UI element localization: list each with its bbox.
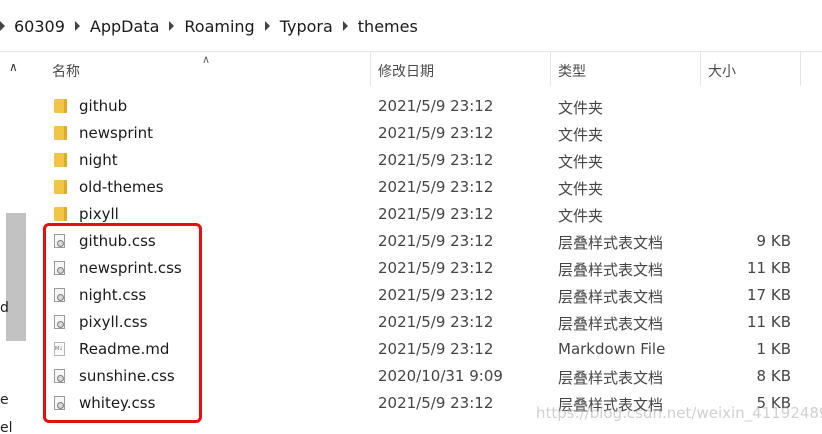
file-date: 2020/10/31 9:09 — [378, 367, 503, 385]
nav-item-fragment[interactable]: e — [0, 392, 9, 408]
file-row[interactable]: night 2021/5/9 23:12 文件夹 — [28, 147, 822, 174]
nav-scrollbar-thumb[interactable] — [6, 213, 26, 341]
file-row[interactable]: github.css 2021/5/9 23:12 层叠样式表文档 9 KB — [28, 228, 822, 255]
file-date: 2021/5/9 23:12 — [378, 286, 494, 304]
chevron-right-icon[interactable] — [342, 21, 348, 31]
column-header-type[interactable]: 类型 — [558, 61, 586, 81]
navigation-pane: ∧ d e el — [0, 52, 28, 434]
column-divider[interactable] — [700, 52, 701, 86]
file-type: 层叠样式表文档 — [558, 288, 664, 306]
css-file-icon — [54, 396, 65, 410]
file-size: 11 KB — [747, 259, 791, 277]
file-date: 2021/5/9 23:12 — [378, 124, 494, 142]
file-date: 2021/5/9 23:12 — [378, 97, 494, 115]
file-type: 文件夹 — [558, 153, 604, 171]
css-file-icon — [54, 315, 65, 329]
file-row[interactable]: newsprint.css 2021/5/9 23:12 层叠样式表文档 11 … — [28, 255, 822, 282]
file-row[interactable]: newsprint 2021/5/9 23:12 文件夹 — [28, 120, 822, 147]
breadcrumb-item-themes[interactable]: themes — [358, 17, 418, 36]
file-name: night.css — [79, 286, 147, 304]
file-list: github 2021/5/9 23:12 文件夹 newsprint 2021… — [28, 93, 822, 417]
file-type: 文件夹 — [558, 99, 604, 117]
column-divider[interactable] — [550, 52, 551, 86]
folder-icon — [54, 153, 64, 167]
file-date: 2021/5/9 23:12 — [378, 259, 494, 277]
file-type: 层叠样式表文档 — [558, 369, 664, 387]
chevron-right-icon[interactable] — [264, 21, 270, 31]
file-type: 层叠样式表文档 — [558, 396, 664, 414]
folder-icon — [54, 126, 64, 140]
file-name: newsprint — [79, 124, 154, 142]
file-name: pixyll.css — [79, 313, 148, 331]
column-header-date[interactable]: 修改日期 — [378, 61, 434, 81]
folder-icon — [54, 99, 64, 113]
file-row[interactable]: github 2021/5/9 23:12 文件夹 — [28, 93, 822, 120]
folder-icon — [54, 180, 64, 194]
file-name: old-themes — [79, 178, 164, 196]
file-name: pixyll — [79, 205, 119, 223]
breadcrumb-item-roaming[interactable]: Roaming — [184, 17, 254, 36]
file-name: sunshine.css — [79, 367, 175, 385]
file-size: 5 KB — [756, 394, 791, 412]
folder-icon — [54, 207, 64, 221]
css-file-icon — [54, 234, 65, 248]
file-name: whitey.css — [79, 394, 156, 412]
file-date: 2021/5/9 23:12 — [378, 313, 494, 331]
chevron-right-icon[interactable] — [169, 21, 175, 31]
breadcrumb: 60309 AppData Roaming Typora themes — [0, 13, 418, 39]
file-row[interactable]: pixyll 2021/5/9 23:12 文件夹 — [28, 201, 822, 228]
breadcrumb-item-appdata[interactable]: AppData — [90, 17, 159, 36]
sort-ascending-icon: ∧ — [202, 53, 211, 66]
scroll-up-icon[interactable]: ∧ — [9, 60, 18, 74]
file-row[interactable]: old-themes 2021/5/9 23:12 文件夹 — [28, 174, 822, 201]
file-size: 17 KB — [747, 286, 791, 304]
file-name: Readme.md — [79, 340, 170, 358]
file-date: 2021/5/9 23:12 — [378, 340, 494, 358]
file-date: 2021/5/9 23:12 — [378, 232, 494, 250]
css-file-icon — [54, 369, 65, 383]
breadcrumb-item-typora[interactable]: Typora — [280, 17, 333, 36]
file-name: newsprint.css — [79, 259, 182, 277]
nav-item-fragment[interactable]: el — [0, 420, 13, 434]
file-row[interactable]: Readme.md 2021/5/9 23:12 Markdown File 1… — [28, 336, 822, 363]
file-type: 层叠样式表文档 — [558, 261, 664, 279]
column-divider[interactable] — [370, 52, 371, 86]
file-row[interactable]: whitey.css 2021/5/9 23:12 层叠样式表文档 5 KB — [28, 390, 822, 417]
file-type: 文件夹 — [558, 207, 604, 225]
file-row[interactable]: sunshine.css 2020/10/31 9:09 层叠样式表文档 8 K… — [28, 363, 822, 390]
file-name: night — [79, 151, 118, 169]
file-row[interactable]: pixyll.css 2021/5/9 23:12 层叠样式表文档 11 KB — [28, 309, 822, 336]
column-header-size[interactable]: 大小 — [708, 61, 736, 81]
css-file-icon — [54, 261, 65, 275]
file-type: 层叠样式表文档 — [558, 315, 664, 333]
markdown-file-icon — [54, 342, 65, 356]
file-type: 文件夹 — [558, 180, 604, 198]
chevron-right-icon[interactable] — [0, 21, 5, 31]
css-file-icon — [54, 288, 65, 302]
file-row[interactable]: night.css 2021/5/9 23:12 层叠样式表文档 17 KB — [28, 282, 822, 309]
file-date: 2021/5/9 23:12 — [378, 205, 494, 223]
column-headers: ∧ 名称 修改日期 类型 大小 — [28, 52, 822, 88]
column-header-name[interactable]: 名称 — [52, 61, 80, 81]
file-type: 文件夹 — [558, 126, 604, 144]
address-bar: 60309 AppData Roaming Typora themes — [0, 0, 822, 52]
file-size: 11 KB — [747, 313, 791, 331]
file-name: github.css — [79, 232, 156, 250]
file-size: 1 KB — [756, 340, 791, 358]
file-name: github — [79, 97, 128, 115]
file-date: 2021/5/9 23:12 — [378, 151, 494, 169]
nav-item-fragment[interactable]: d — [0, 300, 9, 316]
breadcrumb-item-60309[interactable]: 60309 — [14, 17, 65, 36]
chevron-right-icon[interactable] — [74, 21, 80, 31]
file-date: 2021/5/9 23:12 — [378, 178, 494, 196]
file-size: 9 KB — [756, 232, 791, 250]
file-size: 8 KB — [756, 367, 791, 385]
file-type: 层叠样式表文档 — [558, 234, 664, 252]
file-date: 2021/5/9 23:12 — [378, 394, 494, 412]
column-divider[interactable] — [800, 52, 801, 86]
file-type: Markdown File — [558, 340, 666, 358]
